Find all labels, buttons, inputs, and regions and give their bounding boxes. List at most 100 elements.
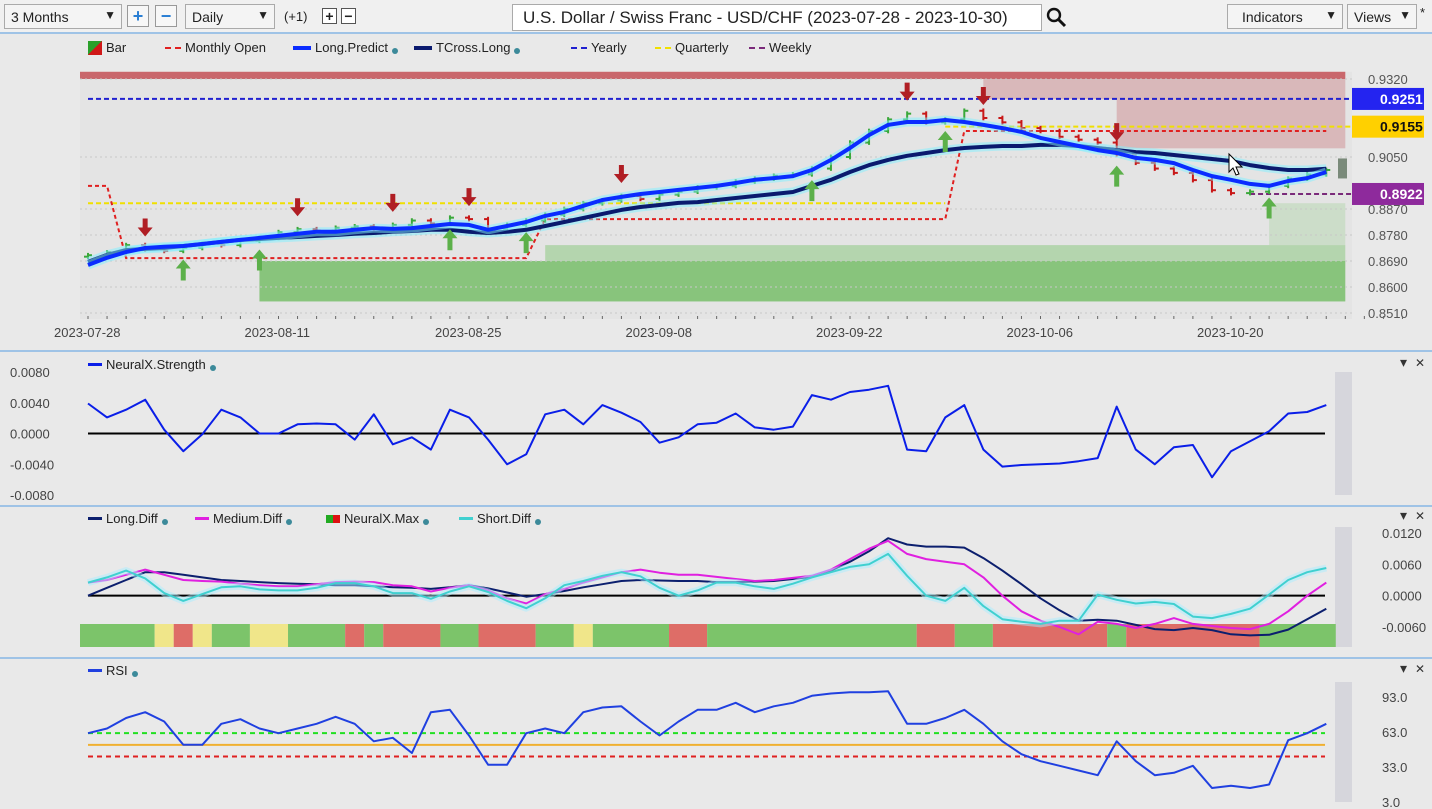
- range-select[interactable]: 3 Months ▼: [4, 4, 122, 29]
- offset-label: (+1): [284, 9, 308, 24]
- legend-item[interactable]: TCross.Long: [414, 40, 521, 55]
- zone-resistance-strong: [80, 71, 1346, 79]
- chevron-down-icon: ▼: [1399, 8, 1411, 22]
- settings-dot-icon[interactable]: [392, 47, 398, 54]
- scroll-shade: [1335, 682, 1352, 802]
- x-tick-label: 2023-09-22: [816, 325, 883, 340]
- y-tick-label: 0.0060: [1382, 557, 1422, 572]
- legend-swatch: [88, 40, 102, 55]
- short-diff-line-glow: [87, 550, 1328, 628]
- neuralx-max-block-green: [364, 624, 384, 647]
- y-tick-label: 93.0: [1382, 690, 1407, 705]
- scroll-shade: [1335, 372, 1352, 495]
- neuralx-max-block-red: [345, 624, 365, 647]
- settings-dot-icon[interactable]: [514, 47, 521, 54]
- legend-item[interactable]: NeuralX.Strength: [88, 357, 216, 372]
- legend-item[interactable]: NeuralX.Max: [326, 511, 430, 526]
- legend-label: Long.Predict: [315, 40, 388, 55]
- legend-label: Monthly Open: [185, 40, 266, 55]
- y-tick-label: 0.0080: [10, 365, 50, 380]
- offset-minus-button[interactable]: −: [341, 8, 356, 24]
- legend-item[interactable]: Short.Diff: [459, 511, 541, 526]
- indicators-dropdown[interactable]: Indicators ▼: [1227, 4, 1343, 29]
- legend-swatch: [165, 46, 181, 49]
- legend-swatch: [195, 517, 209, 520]
- legend-item[interactable]: Quarterly: [655, 40, 728, 55]
- legend-item[interactable]: Long.Diff: [88, 511, 168, 526]
- legend-swatch: [293, 45, 311, 50]
- interval-select[interactable]: Daily ▼: [185, 4, 275, 29]
- y-tick-label: 0.9050: [1368, 150, 1408, 165]
- neuralx-max-block-green: [1259, 624, 1336, 647]
- chevron-down-icon: ▼: [104, 8, 116, 22]
- neuralx-max-block-green: [535, 624, 574, 647]
- settings-dot-icon[interactable]: [209, 364, 216, 371]
- x-tick-label: 2023-07-28: [54, 325, 121, 340]
- rsi-line: [87, 690, 1327, 789]
- legend-item[interactable]: Bar: [88, 40, 126, 55]
- neuralx-max-block-red: [173, 624, 193, 647]
- y-tick-label: 33.0: [1382, 760, 1407, 775]
- current-bar-marker: [1338, 158, 1347, 179]
- x-tick-label: 2023-09-08: [626, 325, 693, 340]
- price-tag-label: 0.8922: [1380, 186, 1423, 202]
- settings-dot-icon[interactable]: [286, 518, 293, 525]
- legend-label: Long.Diff: [106, 511, 158, 526]
- panel-menu-icon: ▾: [1400, 507, 1407, 523]
- y-tick-label: 0.0000: [1382, 589, 1422, 604]
- y-tick-label: -0.0080: [10, 488, 54, 503]
- legend-swatch: [414, 45, 432, 50]
- zone-support: [545, 245, 1346, 261]
- search-icon[interactable]: [1046, 7, 1068, 29]
- neuralx-max-block-red: [916, 624, 955, 647]
- zoom-in-button[interactable]: +: [127, 5, 149, 27]
- legend-item[interactable]: Medium.Diff: [195, 511, 293, 526]
- legend-swatch: [749, 46, 765, 49]
- views-label: Views: [1354, 9, 1392, 25]
- y-tick-label: 0.0040: [10, 396, 50, 411]
- y-tick-label: 0.9320: [1368, 72, 1408, 87]
- x-tick-label: 2023-08-11: [245, 325, 311, 340]
- settings-dot-icon[interactable]: [161, 518, 168, 525]
- chart-title[interactable]: U.S. Dollar / Swiss Franc - USD/CHF (202…: [512, 4, 1042, 31]
- settings-dot-icon[interactable]: [423, 518, 430, 525]
- offset-plus-button[interactable]: +: [322, 8, 337, 24]
- scroll-shade: [1335, 527, 1352, 647]
- neuralx-max-block-yellow: [573, 624, 593, 647]
- legend-item[interactable]: Yearly: [571, 40, 627, 55]
- settings-dot-icon[interactable]: [131, 670, 138, 677]
- legend-label: RSI: [106, 663, 128, 678]
- legend-swatch: [655, 46, 671, 49]
- legend-swatch: [88, 517, 102, 520]
- neuralx-max-block-yellow: [192, 624, 212, 647]
- legend-item[interactable]: Monthly Open: [165, 40, 266, 55]
- legend-label: Short.Diff: [477, 511, 531, 526]
- legend-item[interactable]: Long.Predict: [293, 40, 398, 55]
- range-value: 3 Months: [11, 9, 69, 25]
- y-tick-label: -0.0060: [1382, 620, 1426, 635]
- neuralx-strength-line: [87, 384, 1327, 479]
- neuralx-max-block-green: [954, 624, 993, 647]
- close-panel-icon[interactable]: ✕: [1415, 509, 1425, 523]
- legend-item[interactable]: Weekly: [749, 40, 811, 55]
- neuralx-max-block-yellow: [249, 624, 289, 647]
- y-tick-label: -0.0040: [10, 457, 54, 472]
- zone-support-strong: [259, 261, 1346, 302]
- close-panel-icon[interactable]: ✕: [1415, 662, 1425, 676]
- price-tag-label: 0.9155: [1380, 119, 1423, 135]
- close-panel-icon[interactable]: ✕: [1415, 356, 1425, 370]
- legend-item[interactable]: RSI: [88, 663, 138, 678]
- settings-dot-icon[interactable]: [534, 518, 541, 525]
- views-dropdown[interactable]: Views ▼: [1347, 4, 1417, 29]
- panel-menu-icon: ▾: [1400, 354, 1407, 370]
- y-tick-label: 0.0120: [1382, 526, 1422, 541]
- legend-label: TCross.Long: [436, 40, 511, 55]
- chart-area[interactable]: 0.93200.90500.88700.87800.86900.86000.85…: [0, 34, 1432, 809]
- zoom-out-button[interactable]: −: [155, 5, 177, 27]
- neuralx-max-block-green: [80, 624, 155, 647]
- legend-label: Yearly: [591, 40, 627, 55]
- legend-label: NeuralX.Max: [344, 511, 420, 526]
- legend-swatch: [88, 363, 102, 366]
- x-tick-label: 2023-10-20: [1197, 325, 1264, 340]
- y-tick-label: 0.8600: [1368, 280, 1408, 295]
